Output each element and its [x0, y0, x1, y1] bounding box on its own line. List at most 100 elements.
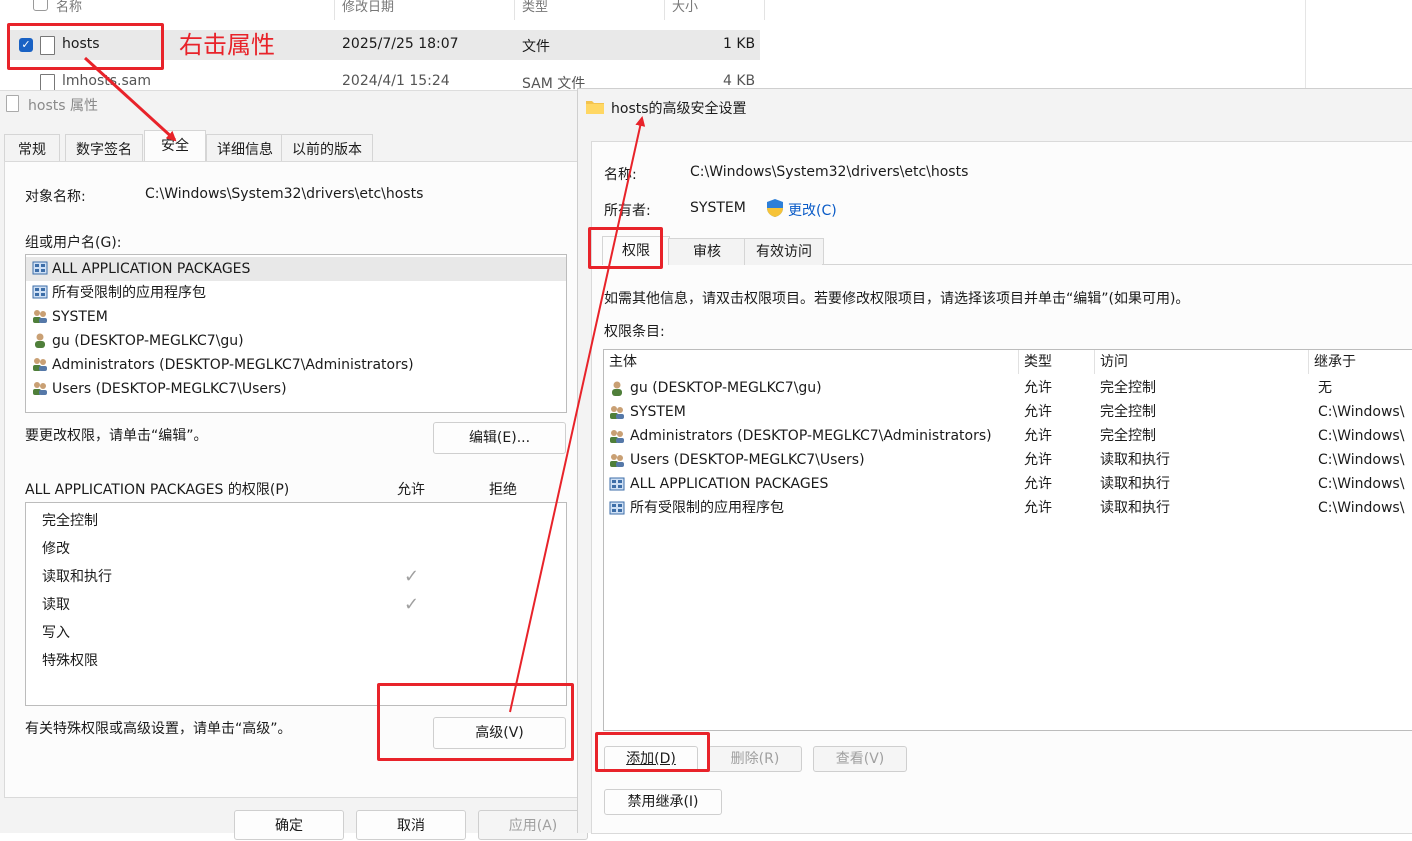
- owner-label: 所有者:: [604, 203, 651, 219]
- file-size: 4 KB: [723, 73, 756, 89]
- column-size[interactable]: 大小: [672, 0, 698, 15]
- group-item[interactable]: gu (DESKTOP-MEGLKC7\gu): [32, 329, 244, 353]
- group-name: Administrators (DESKTOP-MEGLKC7\Administ…: [52, 357, 414, 373]
- column-date[interactable]: 修改日期: [342, 0, 394, 15]
- permission-entry-row[interactable]: Users (DESKTOP-MEGLKC7\Users) 允许 读取和执行 C…: [604, 448, 1412, 472]
- entry-inherit: 无: [1318, 380, 1332, 396]
- groups-list[interactable]: ALL APPLICATION PACKAGES 所有受限制的应用程序包 SYS…: [25, 254, 567, 413]
- entry-principal: gu (DESKTOP-MEGLKC7\gu): [630, 380, 822, 396]
- perm-write: 写入: [42, 625, 70, 641]
- tab-auditing[interactable]: 审核: [668, 238, 746, 265]
- disable-inheritance-button[interactable]: 禁用继承(I): [604, 789, 722, 815]
- highlight-hosts-file: [7, 23, 164, 70]
- col-access[interactable]: 访问: [1095, 350, 1309, 374]
- entry-access: 完全控制: [1100, 404, 1156, 420]
- tab-details[interactable]: 详细信息: [206, 134, 284, 162]
- tab-digital-signature[interactable]: 数字签名: [65, 134, 143, 162]
- permission-entry-row[interactable]: 所有受限制的应用程序包 允许 读取和执行 C:\Windows\: [604, 496, 1412, 520]
- edit-button[interactable]: 编辑(E)...: [433, 422, 566, 454]
- entry-inherit: C:\Windows\: [1318, 404, 1405, 420]
- entry-access: 完全控制: [1100, 428, 1156, 444]
- package-icon: [609, 477, 625, 491]
- deny-column: 拒绝: [489, 482, 517, 498]
- group-icon: [610, 454, 624, 467]
- object-name-label: 对象名称:: [25, 189, 86, 205]
- package-icon: [609, 501, 625, 515]
- entry-inherit: C:\Windows\: [1318, 500, 1405, 516]
- entry-inherit: C:\Windows\: [1318, 452, 1405, 468]
- file-type: 文件: [522, 39, 550, 55]
- file-name: lmhosts.sam: [62, 73, 152, 89]
- entries-label: 权限条目:: [604, 324, 665, 340]
- user-icon: [612, 381, 622, 396]
- advanced-hint: 有关特殊权限或高级设置，请单击“高级”。: [25, 721, 292, 737]
- permission-entry-row[interactable]: ALL APPLICATION PACKAGES 允许 读取和执行 C:\Win…: [604, 472, 1412, 496]
- col-type[interactable]: 类型: [1019, 350, 1095, 374]
- explorer-blank-area: [765, 0, 1305, 95]
- entry-access: 读取和执行: [1100, 452, 1170, 468]
- permission-entry-row[interactable]: SYSTEM 允许 完全控制 C:\Windows\: [604, 400, 1412, 424]
- col-inherited-from[interactable]: 继承于: [1309, 350, 1412, 374]
- apply-button[interactable]: 应用(A): [478, 810, 588, 840]
- group-item[interactable]: ALL APPLICATION PACKAGES: [26, 257, 566, 281]
- entry-type: 允许: [1024, 380, 1052, 396]
- group-name: Users (DESKTOP-MEGLKC7\Users): [52, 381, 287, 397]
- cancel-button[interactable]: 取消: [356, 810, 466, 840]
- tab-effective-access[interactable]: 有效访问: [744, 238, 824, 265]
- dialog-title: hosts 属性: [28, 98, 98, 114]
- permission-entry-row[interactable]: gu (DESKTOP-MEGLKC7\gu) 允许 完全控制 无: [604, 376, 1412, 400]
- group-name: gu (DESKTOP-MEGLKC7\gu): [52, 333, 244, 349]
- group-icon: [33, 310, 47, 323]
- highlight-security-tab: [140, 132, 206, 165]
- remove-button[interactable]: 删除(R): [708, 746, 802, 772]
- check-icon: ✓: [404, 594, 420, 615]
- info-text: 如需其他信息，请双击权限项目。若要修改权限项目，请选择该项目并单击“编辑”(如果…: [604, 291, 1190, 307]
- file-date: 2025/7/25 18:07: [342, 36, 459, 52]
- entry-type: 允许: [1024, 404, 1052, 420]
- entry-access: 读取和执行: [1100, 500, 1170, 516]
- entry-access: 完全控制: [1100, 380, 1156, 396]
- uac-shield-icon: [767, 199, 783, 217]
- allow-column: 允许: [397, 482, 425, 498]
- view-button[interactable]: 查看(V): [813, 746, 907, 772]
- perm-read: 读取: [42, 597, 70, 613]
- highlight-permissions-tab: [588, 227, 663, 269]
- change-owner-link[interactable]: 更改(C): [788, 200, 837, 220]
- column-type[interactable]: 类型: [522, 0, 548, 15]
- group-name: 所有受限制的应用程序包: [52, 285, 206, 301]
- perm-read-execute: 读取和执行: [42, 569, 112, 585]
- ok-button[interactable]: 确定: [234, 810, 344, 840]
- column-name[interactable]: 名称: [56, 0, 82, 15]
- entry-principal: ALL APPLICATION PACKAGES: [630, 476, 829, 492]
- group-item[interactable]: Users (DESKTOP-MEGLKC7\Users): [32, 377, 287, 401]
- file-size: 1 KB: [723, 36, 756, 52]
- owner-value: SYSTEM: [690, 200, 746, 216]
- folder-icon: [586, 101, 604, 114]
- group-item[interactable]: SYSTEM: [32, 305, 108, 329]
- group-name: ALL APPLICATION PACKAGES: [52, 261, 251, 277]
- group-item[interactable]: 所有受限制的应用程序包: [32, 281, 206, 305]
- group-item[interactable]: Administrators (DESKTOP-MEGLKC7\Administ…: [32, 353, 414, 377]
- permission-entries-table[interactable]: 主体 类型 访问 继承于 gu (DESKTOP-MEGLKC7\gu) 允许 …: [603, 349, 1412, 731]
- group-icon: [33, 382, 47, 395]
- entry-access: 读取和执行: [1100, 476, 1170, 492]
- file-date: 2024/4/1 15:24: [342, 73, 450, 89]
- select-all-checkbox[interactable]: [33, 0, 48, 11]
- change-hint: 要更改权限，请单击“编辑”。: [25, 428, 208, 444]
- entry-type: 允许: [1024, 500, 1052, 516]
- highlight-add-button: [595, 732, 710, 772]
- annotation-right-click: 右击属性: [179, 31, 275, 59]
- entry-inherit: C:\Windows\: [1318, 476, 1405, 492]
- col-principal[interactable]: 主体: [604, 350, 1019, 374]
- advanced-panel: 名称: C:\Windows\System32\drivers\etc\host…: [591, 141, 1412, 834]
- user-icon: [35, 333, 45, 348]
- name-label: 名称:: [604, 167, 637, 183]
- details-pane: [1305, 0, 1412, 95]
- entry-principal: Users (DESKTOP-MEGLKC7\Users): [630, 452, 865, 468]
- tab-previous-versions[interactable]: 以前的版本: [281, 134, 373, 162]
- entry-principal: 所有受限制的应用程序包: [630, 500, 784, 516]
- permission-entry-row[interactable]: Administrators (DESKTOP-MEGLKC7\Administ…: [604, 424, 1412, 448]
- tab-general[interactable]: 常规: [4, 134, 60, 162]
- entry-principal: Administrators (DESKTOP-MEGLKC7\Administ…: [630, 428, 992, 444]
- advanced-dialog-title: hosts的高级安全设置: [611, 101, 747, 117]
